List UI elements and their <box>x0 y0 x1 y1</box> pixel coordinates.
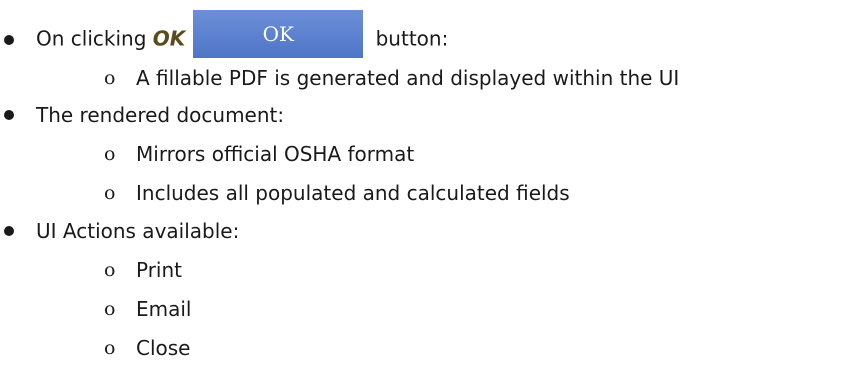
document-body: On clicking OK OK button: o A fillable PD… <box>0 0 859 385</box>
sub-item-text: Email <box>136 297 192 321</box>
sub-item-text: Print <box>136 258 183 282</box>
sub-bullet-glyph: o <box>104 182 116 204</box>
sub-item-text: Includes all populated and calculated fi… <box>136 181 570 205</box>
sub-bullet-glyph: o <box>104 259 116 281</box>
sub-item-text: Mirrors official OSHA format <box>136 142 415 166</box>
sub-item-text: A fillable PDF is generated and displaye… <box>136 66 680 90</box>
ok-button[interactable]: OK <box>193 10 364 58</box>
sub-item-text: Close <box>136 336 191 360</box>
bullet-text: On clicking OK OK button: <box>36 10 449 64</box>
bullet-dot <box>4 110 14 120</box>
bullet-dot <box>4 35 14 45</box>
text-prefix: On clicking <box>36 26 153 51</box>
sub-bullet-glyph: o <box>104 67 116 89</box>
bullet-dot <box>4 226 14 236</box>
ok-emphasis: OK <box>152 26 186 51</box>
sub-bullet-glyph: o <box>104 143 116 165</box>
bullet-text: The rendered document: <box>36 103 285 127</box>
text-suffix: button: <box>369 26 449 51</box>
sub-bullet-glyph: o <box>104 298 116 320</box>
sub-bullet-glyph: o <box>104 337 116 359</box>
bullet-text: UI Actions available: <box>36 219 240 243</box>
